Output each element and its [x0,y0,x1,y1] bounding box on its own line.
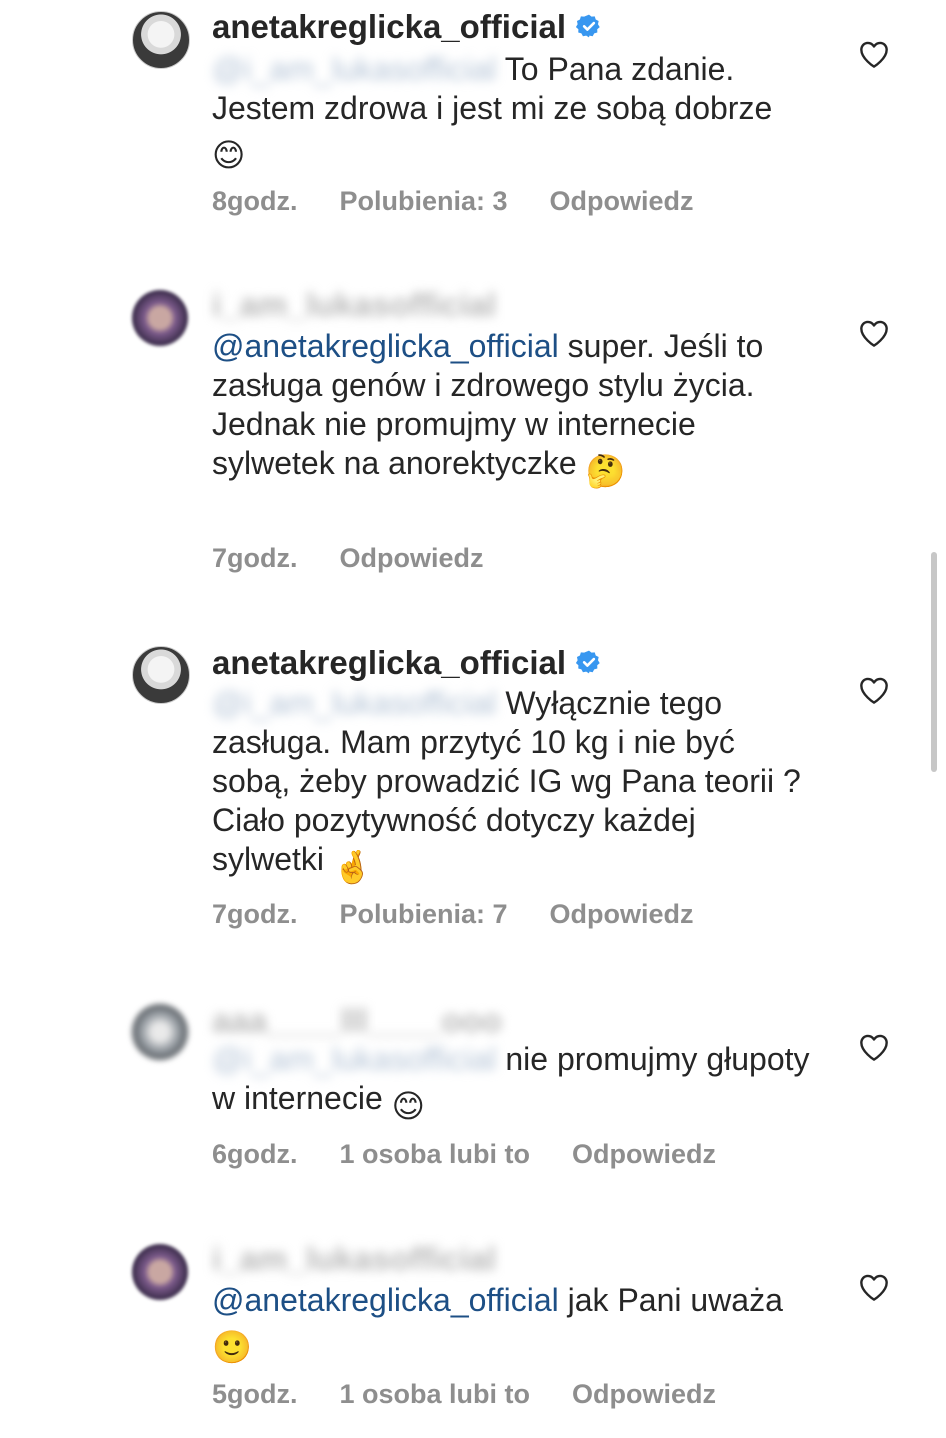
username-text[interactable]: i_am_lukasofficial [212,1240,496,1277]
comment-username[interactable]: anetakreglicka_official [212,8,602,46]
comment-username[interactable]: anetakreglicka_official [212,644,602,682]
slight-smile-emoji-icon: 🙂 [212,1329,252,1365]
comment-username[interactable]: i_am_lukasofficial [212,1240,496,1278]
username-text[interactable]: anetakreglicka_official [212,644,566,681]
avatar[interactable] [132,1004,188,1060]
likes-count[interactable]: 1 osoba lubi to [340,1379,531,1410]
username-text[interactable]: anetakreglicka_official [212,8,566,45]
reply-button[interactable]: Odpowiedz [572,1379,716,1410]
comment-text: @i_am_lukasofficial To Pana zdanie. Jest… [212,50,812,175]
comment-meta: 7godz. Polubienia: 7 Odpowiedz [212,899,694,930]
likes-count[interactable]: Polubienia: 7 [340,899,508,930]
thinking-emoji-icon: 🤔 [585,453,626,489]
scrollbar[interactable] [931,552,937,772]
mention-link[interactable]: @i_am_lukasofficial [212,51,496,87]
comment-meta: 6godz. 1 osoba lubi to Odpowiedz [212,1139,716,1170]
timestamp: 7godz. [212,899,298,929]
heart-icon[interactable] [858,318,890,348]
comment-text: @anetakreglicka_official jak Pani uważa … [212,1281,812,1367]
mention-link[interactable]: @i_am_lukasofficial [212,1041,496,1077]
reply-button[interactable]: Odpowiedz [550,186,694,217]
comment-meta: 8godz. Polubienia: 3 Odpowiedz [212,186,694,217]
avatar[interactable] [132,11,190,69]
comment-body: jak Pani uważa [567,1282,783,1318]
comment-username[interactable]: aaa____lll____ooo [212,1002,502,1040]
heart-icon[interactable] [858,1272,890,1302]
avatar[interactable] [132,1244,188,1300]
heart-icon[interactable] [858,39,890,69]
reply-button[interactable]: Odpowiedz [340,543,484,574]
username-text[interactable]: i_am_lukasofficial [212,286,496,323]
comment-meta: 7godz. Odpowiedz [212,543,484,574]
comment-text: @i_am_lukasofficial nie promujmy głupoty… [212,1040,812,1126]
comment-text: @i_am_lukasofficial Wyłącznie tego zasłu… [212,684,812,887]
crossed-fingers-emoji-icon: 🤞 [332,849,373,885]
avatar[interactable] [132,646,190,704]
timestamp: 8godz. [212,186,298,216]
heart-icon[interactable] [858,1032,890,1062]
smile-emoji-icon: 😊 [212,137,246,173]
comment-meta: 5godz. 1 osoba lubi to Odpowiedz [212,1379,716,1410]
likes-count[interactable]: Polubienia: 3 [340,186,508,217]
mention-link[interactable]: @anetakreglicka_official [212,328,559,364]
timestamp: 5godz. [212,1379,298,1409]
username-text[interactable]: aaa____lll____ooo [212,1002,502,1039]
comment-text: @anetakreglicka_official super. Jeśli to… [212,327,812,491]
mention-link[interactable]: @anetakreglicka_official [212,1282,559,1318]
comment-username[interactable]: i_am_lukasofficial [212,286,496,324]
avatar[interactable] [132,290,188,346]
likes-count[interactable]: 1 osoba lubi to [340,1139,531,1170]
verified-badge-icon [576,14,600,38]
timestamp: 6godz. [212,1139,298,1169]
smile-emoji-icon: 😊 [391,1088,425,1124]
heart-icon[interactable] [858,675,890,705]
reply-button[interactable]: Odpowiedz [550,899,694,930]
reply-button[interactable]: Odpowiedz [572,1139,716,1170]
verified-badge-icon [576,650,600,674]
timestamp: 7godz. [212,543,298,573]
mention-link[interactable]: @i_am_lukasofficial [212,685,496,721]
